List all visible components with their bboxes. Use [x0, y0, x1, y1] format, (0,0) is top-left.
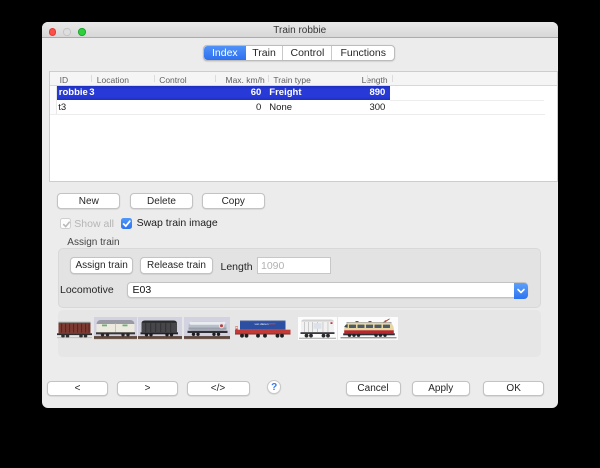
svg-text:von dieren: von dieren	[255, 322, 269, 326]
